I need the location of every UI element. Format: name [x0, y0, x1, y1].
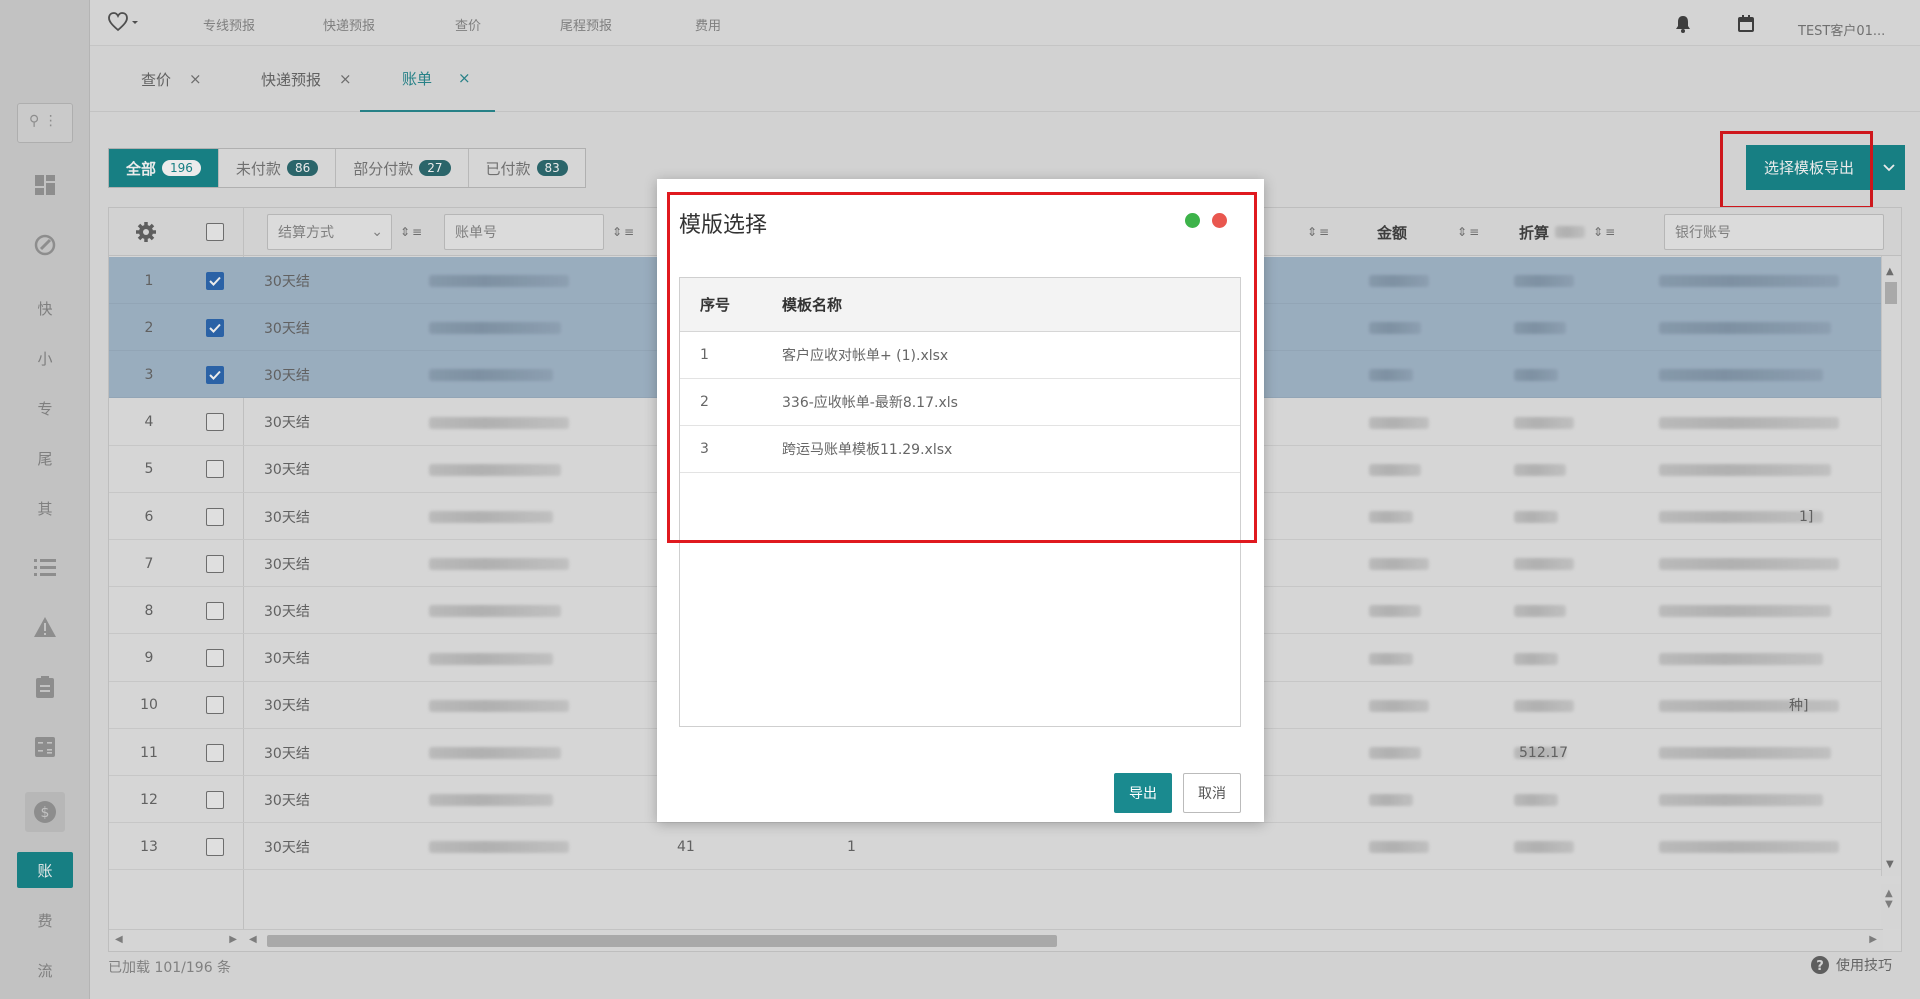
- cancel-button[interactable]: 取消: [1183, 773, 1241, 813]
- export-button[interactable]: 导出: [1114, 773, 1172, 813]
- highlight-box: [667, 192, 1257, 543]
